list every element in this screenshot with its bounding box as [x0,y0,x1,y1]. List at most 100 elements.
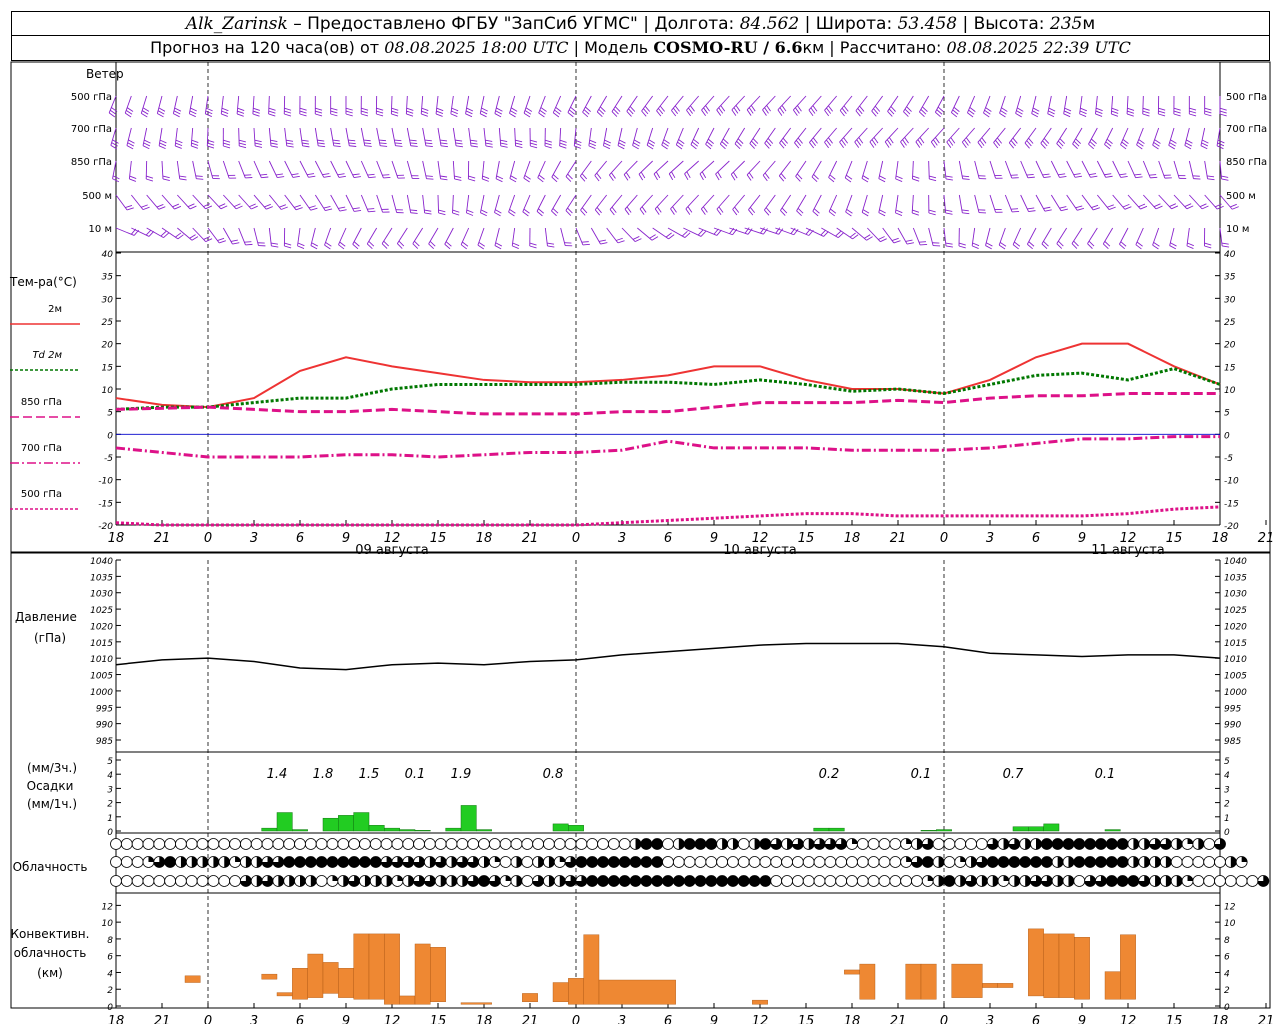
wind-barb-feather [579,175,586,182]
temp-axis-tick-label: -20 [98,522,113,532]
wind-barb-feather [268,107,276,111]
temp-axis-tick-label: -10 [1224,477,1239,487]
wind-barb-feather [1217,139,1225,144]
wind-barb-feather [852,234,859,240]
wind-barb-feather [1063,110,1071,115]
wind-barb-feather [678,139,685,144]
wind-barb-feather [1173,107,1181,111]
temp-axis-tick-label: -15 [98,499,113,509]
cloud-fill [1041,856,1053,868]
wind-barb-feather [945,175,953,178]
wind-barb-feather [1027,176,1035,179]
time-tick-label: 21 [154,1014,171,1024]
wind-barb-feather [871,110,877,117]
wind-barb-feather [649,234,656,239]
cloud-symbol [791,875,804,887]
cloud-fill [630,875,642,887]
conv-axis-tick-label: 4 [1224,969,1230,979]
wind-barb-feather [812,105,818,112]
wind-barb-feather [424,212,432,215]
wind-barb-feather [746,174,752,181]
wind-barb-feather [440,145,448,148]
wind-barb-feather [555,107,562,112]
wind-barb-feather [1012,210,1020,213]
wind-barb-feather [421,107,429,111]
wind-barb-feather [450,113,458,117]
time-tick-label: 18 [1212,1014,1229,1024]
pressure-axis-tick-label: 1025 [90,606,113,616]
cloud-symbol [889,856,902,868]
wind-barb-feather [523,177,530,183]
wind-barb-feather [1189,110,1197,114]
cloud-symbol [543,838,555,850]
wind-barb-feather [537,177,544,183]
wind-barb-feather [905,239,913,242]
wind-barb-feather [686,171,691,179]
wind-barb-feather [299,107,307,111]
cloud-symbol [315,875,328,887]
wind-barb-feather [157,110,165,115]
wind-barb-feather [869,141,875,148]
wind-barb-feather [1089,173,1097,176]
wind-barb-feather [223,139,231,143]
temp-axis-tick-label: 40 [1224,250,1236,260]
wind-barb-feather [900,141,905,148]
wind-barb-feather [609,174,614,181]
wind-barb-feather [764,142,770,149]
temp-legend-label: 2м [48,304,62,315]
wind-barb-feather [845,211,852,217]
time-tick-label: 3 [986,1014,994,1024]
wind-barb-feather [1111,113,1119,117]
cloud-fill [640,838,652,850]
wind-barb-feather [421,110,429,114]
wind-barb-feather [879,209,886,214]
wind-barb-feather [891,237,899,241]
wind-barb-feather [574,145,581,149]
cloud-symbol [250,838,263,850]
wind-barb-feather [808,109,814,117]
wind-barb-feather [348,139,356,142]
wind-barb-feather [512,245,519,249]
wind-barb-feather [1217,142,1225,147]
time-tick-label: 9 [710,1014,718,1024]
wind-barb-feather [656,110,662,117]
cloud-fill [516,856,522,868]
wind-barb-feather [1079,113,1087,117]
temp-legend-label: Td 2м [32,350,62,361]
wind-barb-feather [859,105,865,112]
wind-barb-feather [979,139,985,146]
cloud-symbol [294,838,306,850]
precip-bar [384,827,400,832]
cloud-symbol [1203,875,1216,887]
wind-barb-feather [510,175,517,180]
day-label: 10 августа [723,543,797,558]
wind-barb-feather [452,209,460,213]
wind-barb-feather [524,174,531,180]
precip-bar [292,829,308,832]
wind-barb-feather [668,173,674,181]
wind-barb-feather [157,113,164,118]
conv-bar [552,982,569,1003]
wind-barb-feather [315,113,323,117]
wind-barb-feather [324,244,331,250]
wind-barb-feather [1074,175,1083,178]
wind-barb-feather [674,105,680,112]
wind-barb-feather [271,245,279,248]
precip-total-label: 1.5 [359,767,380,782]
pressure-axis-tick-label: 1010 [1224,655,1247,665]
wind-barb-feather [1032,107,1040,112]
cloud-symbol [553,838,566,850]
wind-barb-feather [748,172,754,179]
wind-barb-feather [812,137,818,144]
cloud-fill [1230,856,1237,868]
wind-barb-feather [330,113,338,117]
wind-barb-feather [1204,110,1212,114]
wind-barb-feather [494,212,501,217]
wind-barb-feather [141,112,148,118]
wind-barb-feather [125,204,133,209]
wind-barb-feather [317,139,325,142]
wind-barb-feather [205,113,212,118]
wind-barb-feather [856,139,862,146]
cloud-fill [548,875,555,887]
wind-barb-feather [718,107,724,114]
